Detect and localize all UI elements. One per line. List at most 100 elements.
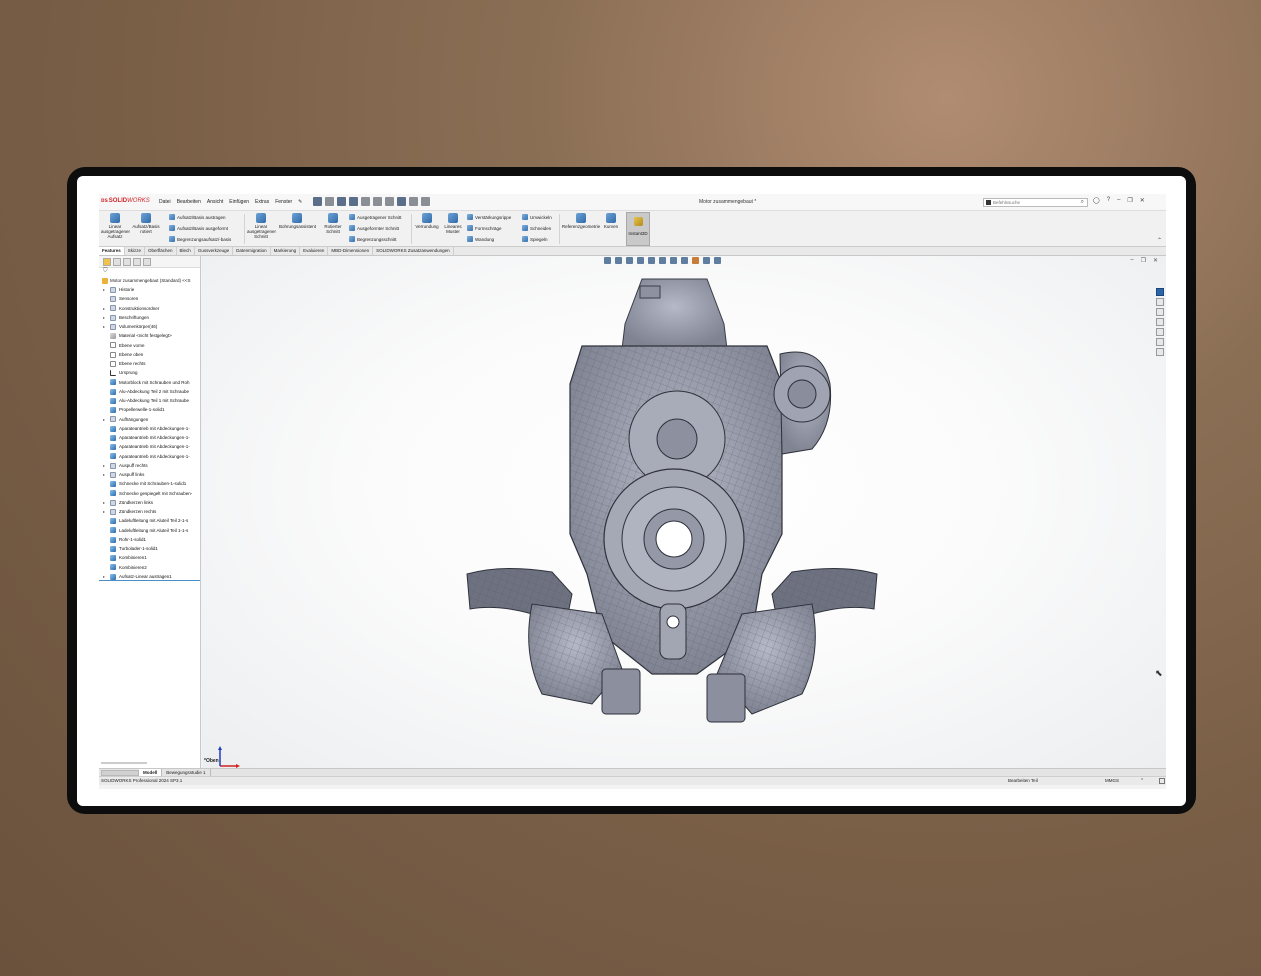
tree-item[interactable]: Ebene oben	[99, 350, 200, 359]
view-orientation-icon[interactable]	[659, 257, 666, 264]
tree-item[interactable]: ▸ Konstruktionsordner	[99, 304, 200, 313]
scene-icon[interactable]	[703, 257, 710, 264]
appearances-icon[interactable]	[1156, 328, 1164, 336]
search-icon[interactable]: ⌕	[1081, 199, 1084, 206]
solidworks-resources-icon[interactable]	[1156, 288, 1164, 296]
view-settings-icon[interactable]	[714, 257, 721, 264]
tree-item[interactable]: Kombinieren2	[99, 563, 200, 572]
help-icon[interactable]: ?	[1107, 197, 1110, 204]
tree-item[interactable]: ▸ Aufsatz-Linear austragen1	[99, 572, 200, 581]
feature-manager-tab-icon[interactable]	[103, 257, 111, 266]
expand-toggle-icon[interactable]: ▸	[103, 304, 105, 313]
menu-bearbeiten[interactable]: Bearbeiten	[177, 199, 201, 205]
tab-gusswerkzeuge[interactable]: Gussverkzeuge	[195, 247, 234, 255]
message-icon[interactable]	[1159, 778, 1165, 784]
tab-markierung[interactable]: Markierung	[271, 247, 301, 255]
appearance-icon[interactable]	[692, 257, 699, 264]
display-manager-tab-icon[interactable]	[143, 257, 151, 266]
tree-item[interactable]: Ladeluftleitung mit Aluteil Teil 2-1-s	[99, 516, 200, 525]
curves-button[interactable]: Kurven	[600, 213, 622, 229]
menu-ansicht[interactable]: Ansicht	[207, 199, 223, 205]
tab-modell[interactable]: Modell	[139, 769, 163, 776]
tree-item[interactable]: Material <nicht festgelegt>	[99, 331, 200, 340]
tree-item[interactable]: Turbolader-1-solid1	[99, 544, 200, 553]
new-document-icon[interactable]	[325, 197, 334, 206]
sweep-boss-button[interactable]: Aufsatz/Basis austragen	[169, 214, 226, 220]
viewport-restore-icon[interactable]: ❐	[1141, 257, 1146, 264]
tab-datenmigration[interactable]: Datenmigration	[233, 247, 271, 255]
zoom-area-icon[interactable]	[615, 257, 622, 264]
forum-icon[interactable]	[1156, 348, 1164, 356]
open-icon[interactable]	[337, 197, 346, 206]
lofted-cut-button[interactable]: Ausgeformter Schnitt	[349, 225, 399, 231]
expand-toggle-icon[interactable]: ▸	[103, 572, 105, 580]
restore-icon[interactable]: ❐	[1127, 197, 1132, 204]
tab-bewegungsstudie[interactable]: Bewegungsstudie 1	[162, 769, 211, 776]
linear-pattern-button[interactable]: Lineares Muster	[439, 213, 467, 234]
tab-evaluieren[interactable]: Evaluieren	[300, 247, 329, 255]
swept-cut-button[interactable]: Ausgetragener Schnitt	[349, 214, 402, 220]
close-icon[interactable]: ✕	[1140, 197, 1145, 204]
shell-button[interactable]: Wandung	[467, 236, 494, 242]
extrude-boss-button[interactable]: Linear ausgetragener Aufsatz	[101, 213, 130, 239]
select-icon[interactable]	[397, 197, 406, 206]
file-explorer-icon[interactable]	[1156, 308, 1164, 316]
menu-fenster[interactable]: Fenster	[275, 199, 292, 205]
tab-scroll-control[interactable]	[101, 769, 139, 776]
unit-system[interactable]: MMGS	[1105, 777, 1119, 785]
loft-boss-button[interactable]: Aufsatz/Basis ausgeformt	[169, 225, 228, 231]
menu-extras[interactable]: Extras	[255, 199, 269, 205]
tree-item[interactable]: ▸ Historie	[99, 285, 200, 294]
graphics-area[interactable]: – ❐ ✕ *Oben ⬉	[202, 256, 1166, 768]
horizontal-scrollbar[interactable]	[101, 762, 147, 764]
expand-toggle-icon[interactable]: ▸	[103, 507, 105, 516]
tree-item[interactable]: Alu-Abdeckung Teil 2 mit Schraube	[99, 387, 200, 396]
property-manager-tab-icon[interactable]	[113, 257, 121, 266]
tree-item[interactable]: ▸ Aufhängungen	[99, 415, 200, 424]
tree-item[interactable]: Propellerwelle-1-solid1	[99, 405, 200, 414]
rebuild-icon[interactable]	[409, 197, 418, 206]
viewport-close-icon[interactable]: ✕	[1153, 257, 1158, 264]
dynamic-annotation-icon[interactable]	[648, 257, 655, 264]
print-icon[interactable]	[361, 197, 370, 206]
hole-wizard-button[interactable]: Bohrungsassistent	[279, 213, 316, 229]
tab-zusatzanwendungen[interactable]: SOLIDWORKS Zusatzanwendungen	[373, 247, 454, 255]
tree-item[interactable]: ▸ Beschriftungen	[99, 313, 200, 322]
tree-item[interactable]: ▸ Zündkerzen links	[99, 498, 200, 507]
tree-item[interactable]: Schnecke mit Schrauben-1-solid1	[99, 479, 200, 488]
expand-toggle-icon[interactable]: ▸	[103, 461, 105, 470]
wrap-button[interactable]: Umwickeln	[522, 214, 552, 220]
fillet-button[interactable]: Verrundung	[413, 213, 441, 229]
draft-button[interactable]: Formschräge	[467, 225, 502, 231]
tree-item[interactable]: Ursprung	[99, 368, 200, 377]
engine-3d-model[interactable]	[462, 274, 882, 744]
boundary-boss-button[interactable]: Begrenzungsaufsatz/-basis	[169, 236, 231, 242]
revolve-boss-button[interactable]: Aufsatz/Basis rotiert	[132, 213, 160, 234]
expand-toggle-icon[interactable]: ▸	[103, 470, 105, 479]
rib-button[interactable]: Verstärkungsrippe	[467, 214, 511, 220]
hide-show-icon[interactable]	[681, 257, 688, 264]
tree-item[interactable]: Ebene vorne	[99, 341, 200, 350]
dimxpert-tab-icon[interactable]	[133, 257, 141, 266]
custom-properties-icon[interactable]	[1156, 338, 1164, 346]
design-library-icon[interactable]	[1156, 298, 1164, 306]
expand-toggle-icon[interactable]: ▸	[103, 322, 105, 331]
expand-toggle-icon[interactable]: ▸	[103, 415, 105, 424]
tree-item[interactable]: Motorblock mit Schrauben und Roh	[99, 378, 200, 387]
instant3d-button[interactable]: Instant3D	[626, 212, 650, 246]
previous-view-icon[interactable]	[626, 257, 633, 264]
redo-icon[interactable]	[385, 197, 394, 206]
view-palette-icon[interactable]	[1156, 318, 1164, 326]
display-style-icon[interactable]	[670, 257, 677, 264]
zoom-to-fit-icon[interactable]	[604, 257, 611, 264]
intersect-button[interactable]: Schneiden	[522, 225, 551, 231]
tab-mbd-dimensionen[interactable]: MBD-Dimensionen	[328, 247, 374, 255]
tree-item[interactable]: Aparateantrieb mit Abdeckungen-1-	[99, 424, 200, 433]
home-icon[interactable]	[313, 197, 322, 206]
viewport-minimize-icon[interactable]: –	[1130, 257, 1133, 264]
tree-item[interactable]: Kombinieren1	[99, 553, 200, 562]
save-icon[interactable]	[349, 197, 358, 206]
tree-item[interactable]: ▸ Auspuff links	[99, 470, 200, 479]
tree-item[interactable]: Aparateantrieb mit Abdeckungen-1-	[99, 433, 200, 442]
chevron-up-icon[interactable]: ⌃	[1140, 777, 1144, 785]
